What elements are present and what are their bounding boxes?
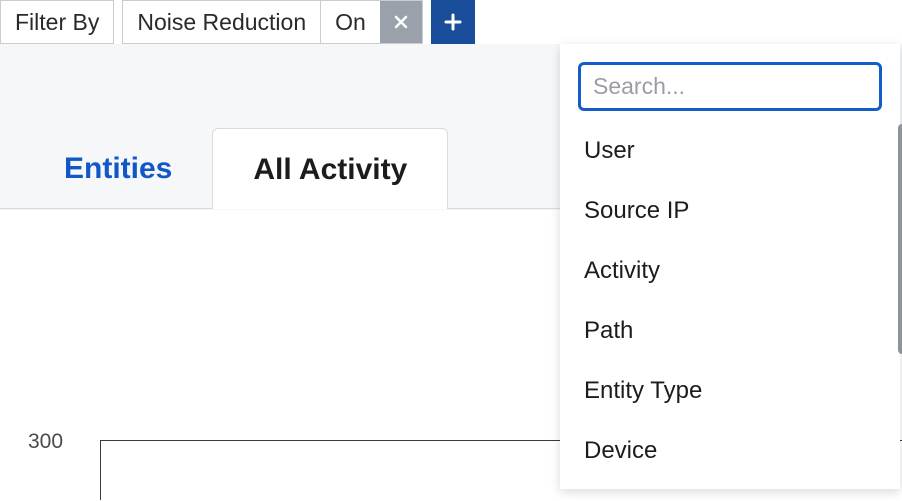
filter-chip-name-text: Noise Reduction [137,9,306,36]
close-icon[interactable] [380,1,422,43]
tab-entities-label: Entities [64,152,172,185]
filter-chip-value-text: On [335,9,366,36]
dropdown-item-label: Path [584,317,633,344]
filter-chip-noise-reduction: Noise Reduction On [122,0,422,44]
add-filter-button[interactable] [431,0,475,44]
dropdown-search-wrap [560,62,900,121]
dropdown-item-device[interactable]: Device [560,421,900,481]
search-input[interactable] [578,62,882,111]
dropdown-item-label: Device [584,437,657,464]
dropdown-item-source-ip[interactable]: Source IP [560,181,900,241]
filter-dropdown: User Source IP Activity Path Entity Type… [560,44,900,489]
plus-icon [441,10,465,34]
dropdown-item-label: User [584,137,635,164]
dropdown-item-path[interactable]: Path [560,301,900,361]
filter-by-label: Filter By [0,0,114,44]
scrollbar[interactable] [898,124,902,354]
filter-bar: Filter By Noise Reduction On [0,0,902,44]
dropdown-item-label: Activity [584,257,660,284]
tab-all-activity[interactable]: All Activity [212,128,448,209]
filter-chip-name[interactable]: Noise Reduction [123,1,321,43]
dropdown-item-entity-type[interactable]: Entity Type [560,361,900,421]
tab-entities[interactable]: Entities [24,128,212,208]
dropdown-item-user[interactable]: User [560,121,900,181]
filter-by-text: Filter By [15,9,99,36]
dropdown-item-activity[interactable]: Activity [560,241,900,301]
dropdown-item-label: Source IP [584,197,689,224]
tab-all-activity-label: All Activity [253,153,407,186]
y-axis-tick-300: 300 [28,430,63,454]
filter-chip-value[interactable]: On [321,1,380,43]
dropdown-item-label: Entity Type [584,377,702,404]
